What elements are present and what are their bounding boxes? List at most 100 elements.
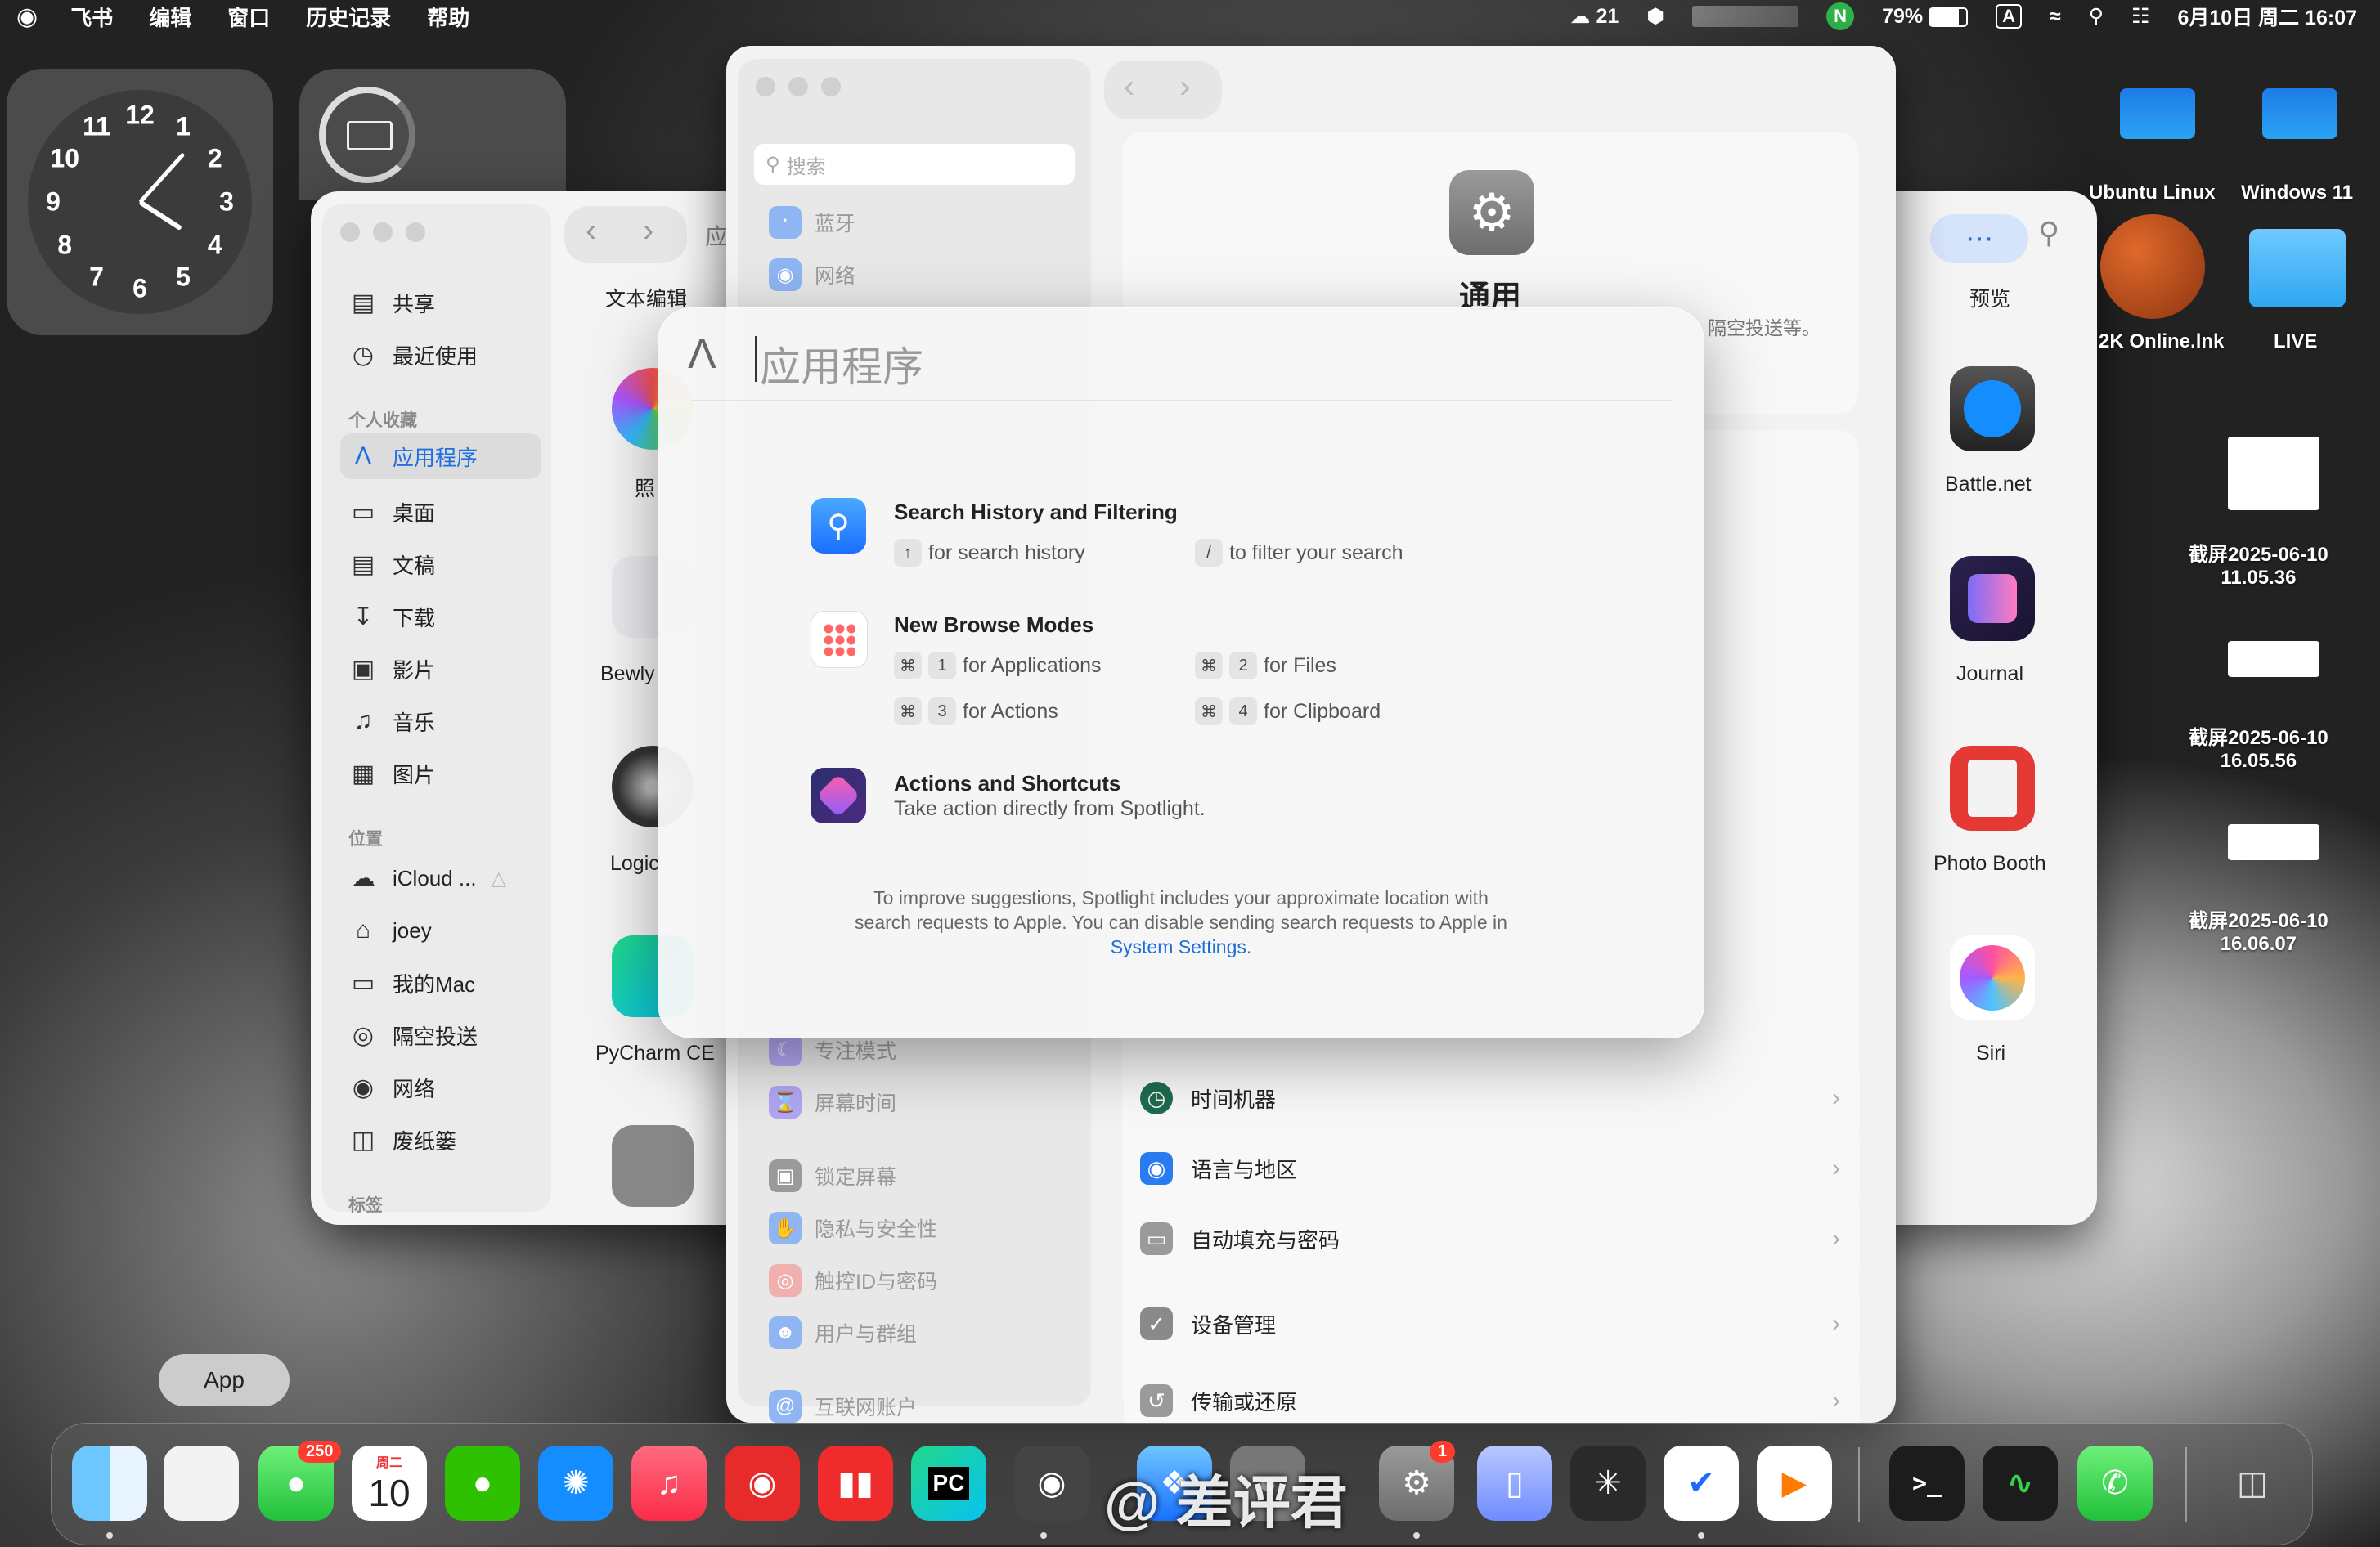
dock-audio-app-icon[interactable]: ▮▮ bbox=[818, 1446, 893, 1521]
dock-iphone-mirroring-icon[interactable]: ▯ bbox=[1477, 1446, 1552, 1521]
dock-music-icon[interactable]: ♫ bbox=[631, 1446, 707, 1521]
dock-finder-icon[interactable] bbox=[72, 1446, 147, 1521]
app-label-logic[interactable]: Logic bbox=[610, 852, 659, 876]
settings-zoom-button[interactable] bbox=[821, 77, 841, 96]
wifi-icon[interactable]: ≈ bbox=[2050, 5, 2061, 29]
desktop-label-ubuntu[interactable]: Ubuntu Linux bbox=[2089, 182, 2216, 204]
dock-wechat-icon[interactable]: ● bbox=[445, 1446, 520, 1521]
settings-item-internet-accounts[interactable]: @ 互联网账户 bbox=[769, 1390, 917, 1423]
control-center-icon[interactable]: ☷ bbox=[2131, 4, 2149, 29]
sidebar-item-recents[interactable]: ◷ 最近使用 bbox=[347, 332, 478, 378]
dock-calendar-icon[interactable]: 周二 10 bbox=[352, 1446, 427, 1521]
dock-weibo-icon[interactable]: ◉ bbox=[1014, 1446, 1089, 1521]
dock-aperture-icon[interactable]: ✳ bbox=[1570, 1446, 1646, 1521]
settings-search-field[interactable]: ⚲ 搜索 bbox=[754, 144, 1075, 185]
app-label-bewly[interactable]: Bewly bbox=[600, 662, 655, 686]
dock-pycharm-icon[interactable]: PC bbox=[911, 1446, 986, 1521]
settings-item-privacy[interactable]: ✋ 隐私与安全性 bbox=[769, 1212, 937, 1244]
settings-row-transfer-reset[interactable]: ↺ 传输或还原 › bbox=[1124, 1379, 1860, 1423]
menu-edit[interactable]: 编辑 bbox=[149, 2, 191, 32]
share-button[interactable]: ⋯ bbox=[1930, 214, 2028, 263]
sidebar-item-applications[interactable]: Λ 应用程序 bbox=[340, 433, 541, 479]
sidebar-item-downloads[interactable]: ↧ 下载 bbox=[347, 594, 435, 639]
sidebar-item-pictures[interactable]: ▦ 图片 bbox=[347, 751, 435, 796]
dock-trash-icon[interactable]: ◫ bbox=[2215, 1446, 2290, 1521]
finder-close-button[interactable] bbox=[340, 222, 360, 242]
finder-minimize-button[interactable] bbox=[373, 222, 393, 242]
settings-item-screen-time[interactable]: ⌛ 屏幕时间 bbox=[769, 1086, 896, 1119]
colorful-app-icon[interactable] bbox=[612, 1125, 694, 1207]
finder-zoom-button[interactable] bbox=[406, 222, 425, 242]
sidebar-item-trash[interactable]: ◫ 废纸篓 bbox=[347, 1117, 456, 1163]
settings-back-button[interactable]: ‹ bbox=[1124, 69, 1134, 105]
settings-item-lock-screen[interactable]: ▣ 锁定屏幕 bbox=[769, 1159, 896, 1192]
settings-item-users[interactable]: ☻ 用户与群组 bbox=[769, 1316, 917, 1349]
sidebar-item-movies[interactable]: ▣ 影片 bbox=[347, 646, 435, 692]
battery-status[interactable]: 79% bbox=[1882, 5, 1969, 29]
settings-row-language[interactable]: ◉ 语言与地区 › bbox=[1124, 1138, 1860, 1199]
battlenet-app-icon[interactable] bbox=[1950, 366, 2035, 451]
dock-netease-music-icon[interactable]: ◉ bbox=[725, 1446, 800, 1521]
sidebar-item-shared[interactable]: ▤ 共享 bbox=[347, 280, 435, 325]
finder-back-button[interactable]: ‹ bbox=[586, 213, 596, 249]
menu-history[interactable]: 历史记录 bbox=[306, 2, 391, 32]
menu-app-name[interactable]: 飞书 bbox=[70, 2, 113, 32]
sidebar-item-desktop[interactable]: ▭ 桌面 bbox=[347, 489, 435, 535]
desktop-label-screenshot-1[interactable]: 截屏2025-06-10 11.05.36 bbox=[2189, 538, 2328, 590]
sidebar-item-home[interactable]: ⌂ joey bbox=[347, 908, 432, 953]
screenshot-thumbnail-icon[interactable] bbox=[2228, 824, 2319, 860]
system-settings-link[interactable]: System Settings bbox=[1111, 936, 1246, 957]
finder-search-icon[interactable]: ⚲ bbox=[2038, 216, 2059, 250]
settings-row-autofill[interactable]: ▭ 自动填充与密码 › bbox=[1124, 1208, 1860, 1269]
settings-row-time-machine[interactable]: ◷ 时间机器 › bbox=[1124, 1068, 1860, 1128]
settings-item-touchid[interactable]: ◎ 触控ID与密码 bbox=[769, 1264, 937, 1297]
menu-window[interactable]: 窗口 bbox=[227, 2, 270, 32]
app-label-journal[interactable]: Journal bbox=[1956, 662, 2023, 686]
input-method-icon[interactable]: A bbox=[1996, 4, 2022, 29]
dock-terminal-icon[interactable]: >_ bbox=[1889, 1446, 1965, 1521]
desktop-label-screenshot-2[interactable]: 截屏2025-06-10 16.05.56 bbox=[2189, 721, 2328, 773]
dock-battlenet-icon[interactable]: ✺ bbox=[538, 1446, 613, 1521]
desktop-label-2k[interactable]: 2K Online.lnk bbox=[2099, 330, 2224, 353]
siri-app-icon[interactable] bbox=[1950, 935, 2035, 1020]
dock-activity-monitor-icon[interactable]: ∿ bbox=[1983, 1446, 2058, 1521]
app-label-pycharm[interactable]: PyCharm CE bbox=[595, 1042, 715, 1065]
sidebar-item-documents[interactable]: ▤ 文稿 bbox=[347, 541, 435, 587]
app-label-photobooth[interactable]: Photo Booth bbox=[1933, 852, 2046, 876]
search-icon[interactable]: ⚲ bbox=[2089, 4, 2104, 29]
weather-status[interactable]: ☁ 21 bbox=[1570, 4, 1619, 29]
sidebar-item-icloud[interactable]: ☁ iCloud ... △ bbox=[347, 855, 506, 901]
screenshot-thumbnail-icon[interactable] bbox=[2228, 641, 2319, 677]
app-label-battlenet[interactable]: Battle.net bbox=[1945, 473, 2032, 496]
finder-forward-button[interactable]: › bbox=[643, 213, 653, 249]
windows-vm-icon[interactable] bbox=[2262, 88, 2337, 139]
dock-launchpad-icon[interactable] bbox=[164, 1446, 239, 1521]
journal-app-icon[interactable] bbox=[1950, 556, 2035, 641]
folder-icon[interactable] bbox=[2249, 229, 2346, 307]
sidebar-item-network[interactable]: ◉ 网络 bbox=[347, 1065, 435, 1110]
settings-minimize-button[interactable] bbox=[788, 77, 808, 96]
photobooth-app-icon[interactable] bbox=[1950, 746, 2035, 831]
screenshot-thumbnail-icon[interactable] bbox=[2228, 437, 2319, 510]
dock-phone-icon[interactable]: ✆ bbox=[2077, 1446, 2153, 1521]
sidebar-item-my-mac[interactable]: ▭ 我的Mac bbox=[347, 960, 475, 1006]
stats-graph-icon[interactable] bbox=[1692, 6, 1799, 27]
sidebar-item-music[interactable]: ♫ 音乐 bbox=[347, 698, 435, 744]
app-label-preview[interactable]: 预览 bbox=[1969, 283, 2010, 312]
app-label-textedit[interactable]: 文本编辑 bbox=[605, 283, 687, 312]
settings-item-focus[interactable]: ☾ 专注模式 bbox=[769, 1034, 896, 1066]
settings-close-button[interactable] bbox=[756, 77, 775, 96]
n-app-icon[interactable]: N bbox=[1826, 2, 1855, 30]
app-label-siri[interactable]: Siri bbox=[1976, 1042, 2005, 1065]
desktop-label-live[interactable]: LIVE bbox=[2274, 330, 2317, 353]
desktop-label-screenshot-3[interactable]: 截屏2025-06-10 16.06.07 bbox=[2189, 904, 2328, 956]
settings-item-network[interactable]: ◉ 网络 bbox=[769, 258, 855, 291]
basketball-icon[interactable] bbox=[2100, 214, 2205, 319]
sidebar-item-airdrop[interactable]: ◎ 隔空投送 bbox=[347, 1012, 478, 1058]
dock-feishu-icon[interactable]: ✔ bbox=[1664, 1446, 1739, 1521]
desktop-label-windows[interactable]: Windows 11 bbox=[2241, 182, 2353, 204]
settings-item-bluetooth[interactable]: ᛫ 蓝牙 bbox=[769, 206, 855, 239]
shield-status-icon[interactable]: ⬢ bbox=[1646, 4, 1664, 29]
settings-row-device-management[interactable]: ✓ 设备管理 › bbox=[1124, 1294, 1860, 1354]
menubar-datetime[interactable]: 6月10日 周二 16:07 bbox=[2177, 2, 2357, 31]
